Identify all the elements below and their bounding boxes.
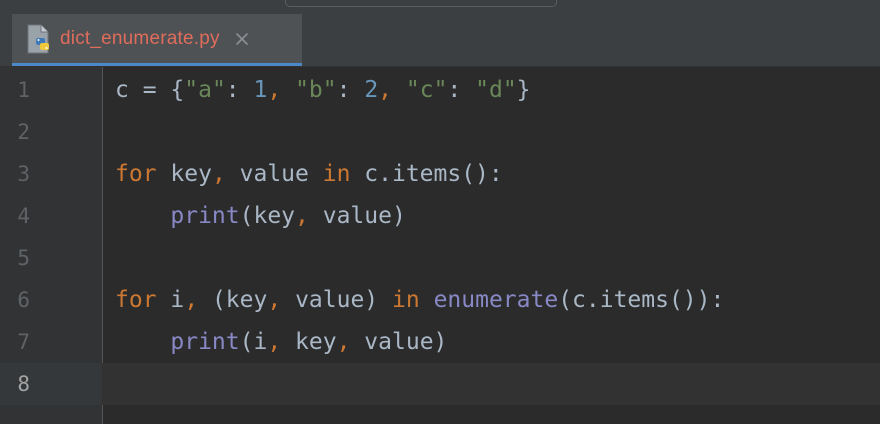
code-token: , bbox=[336, 329, 351, 355]
titlebar-notch bbox=[285, 0, 557, 7]
code-token: i bbox=[156, 287, 185, 313]
code-token: (key bbox=[198, 287, 268, 313]
code-text[interactable]: for i, (key, value) in enumerate(c.items… bbox=[115, 279, 724, 321]
code-token: c = { bbox=[115, 77, 185, 103]
code-token: key bbox=[156, 161, 212, 187]
code-token: "c" bbox=[405, 77, 448, 103]
code-token: 2 bbox=[364, 77, 379, 103]
line-number: 8 bbox=[17, 372, 30, 396]
code-token: value) bbox=[281, 287, 392, 313]
code-token: for bbox=[115, 287, 157, 313]
code-token: , bbox=[295, 203, 309, 229]
code-token: (i bbox=[239, 329, 268, 355]
code-editor[interactable]: 1c = {"a": 1, "b": 2, "c": "d"} 2 3 for key… bbox=[0, 67, 880, 424]
line-number: 2 bbox=[17, 120, 30, 144]
line-number: 1 bbox=[17, 78, 30, 102]
code-line[interactable]: 5 bbox=[0, 237, 880, 279]
code-token: for bbox=[115, 161, 157, 187]
code-line[interactable]: 6 for i, (key, value) in enumerate(c.item… bbox=[0, 279, 880, 321]
editor-tab-bar: dict_enumerate.py bbox=[0, 14, 880, 67]
code-token: (key bbox=[239, 203, 296, 229]
code-token: , bbox=[211, 161, 226, 187]
code-line[interactable]: 1c = {"a": 1, "b": 2, "c": "d"} bbox=[0, 69, 880, 111]
code-token: "a" bbox=[184, 77, 226, 103]
code-token: value bbox=[225, 161, 323, 187]
code-text[interactable]: for key, value in c.items(): bbox=[115, 153, 503, 195]
line-number: 5 bbox=[17, 246, 30, 270]
code-token: , bbox=[184, 287, 199, 313]
code-token: value) bbox=[308, 203, 406, 229]
line-number: 4 bbox=[17, 204, 30, 228]
code-token: "d" bbox=[475, 77, 517, 103]
code-token: , bbox=[267, 287, 282, 313]
code-line[interactable]: 4 print(key, value) bbox=[0, 195, 880, 237]
code-token: value) bbox=[350, 329, 448, 355]
window-titlebar bbox=[0, 0, 880, 14]
code-text[interactable]: print(key, value) bbox=[115, 195, 406, 237]
code-line[interactable]: 3 for key, value in c.items(): bbox=[0, 153, 880, 195]
code-token: in bbox=[392, 287, 420, 313]
code-token: enumerate bbox=[433, 287, 559, 313]
code-token: c.items(): bbox=[350, 161, 503, 187]
code-token: "b" bbox=[295, 77, 337, 103]
code-token: } bbox=[516, 77, 531, 103]
code-token: , bbox=[378, 77, 406, 103]
code-token: 1 bbox=[253, 77, 268, 103]
code-text[interactable]: print(i, key, value) bbox=[115, 321, 447, 363]
code-token: print bbox=[170, 203, 240, 229]
code-line[interactable]: 8 bbox=[0, 363, 880, 405]
tab-filename: dict_enumerate.py bbox=[60, 27, 220, 49]
code-token: (c.items()): bbox=[558, 287, 725, 313]
code-token: , bbox=[267, 77, 296, 103]
code-line[interactable]: 2 bbox=[0, 111, 880, 153]
python-file-icon bbox=[26, 24, 52, 54]
code-line[interactable]: 7 print(i, key, value) bbox=[0, 321, 880, 363]
line-number: 3 bbox=[17, 162, 30, 186]
tab-dict-enumerate[interactable]: dict_enumerate.py bbox=[12, 14, 302, 66]
code-token: key bbox=[281, 329, 337, 355]
code-token: in bbox=[322, 161, 351, 187]
code-token: : bbox=[225, 77, 254, 103]
code-token: : bbox=[447, 77, 476, 103]
code-text[interactable]: c = {"a": 1, "b": 2, "c": "d"} bbox=[115, 69, 531, 111]
code-token: , bbox=[267, 329, 282, 355]
line-number: 7 bbox=[17, 330, 30, 354]
close-icon[interactable] bbox=[234, 31, 250, 47]
code-token: print bbox=[170, 329, 240, 355]
line-number: 6 bbox=[17, 288, 30, 312]
code-token: : bbox=[336, 77, 365, 103]
